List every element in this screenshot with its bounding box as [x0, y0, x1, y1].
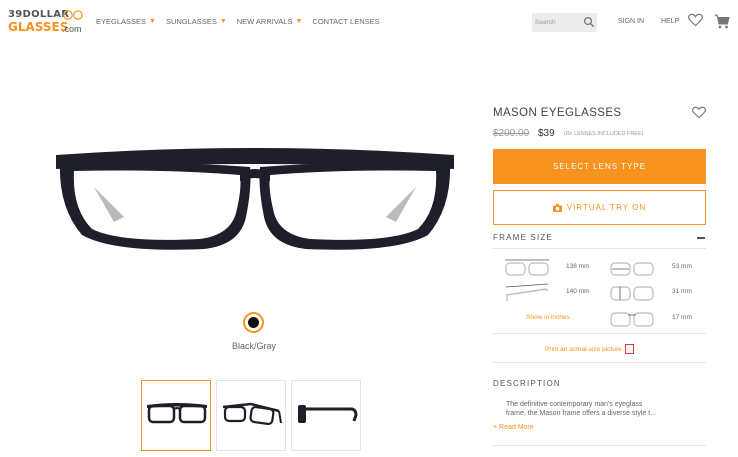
print-label: Print an actual-size picture	[545, 345, 622, 353]
rx-lenses-note: (Rx LENSES INCLUDED FREE)	[564, 131, 644, 137]
search-icon[interactable]	[583, 16, 595, 28]
camera-icon	[552, 203, 562, 212]
thumbnail-side[interactable]	[291, 380, 361, 451]
caret-down-icon: ▼	[219, 18, 227, 25]
total-width-value: 138 mm	[566, 263, 590, 270]
bridge-icon	[610, 312, 654, 327]
favorites-heart-icon[interactable]	[688, 13, 703, 27]
sign-in-link[interactable]: SIGN IN	[618, 18, 644, 25]
divider	[493, 362, 706, 363]
nav-contact-lenses[interactable]: CONTACT LENSES	[312, 17, 379, 26]
show-in-inches-link[interactable]: Show in inches	[526, 314, 570, 321]
lens-height-value: 31 mm	[672, 288, 692, 295]
cart-icon[interactable]	[714, 14, 730, 29]
divider	[493, 333, 706, 334]
thumbnail-angle[interactable]	[216, 380, 286, 451]
description-line: frame, the Mason frame offers a diverse …	[506, 410, 657, 417]
glasses-angle-thumb-icon	[222, 402, 282, 426]
nav-label: SUNGLASSES	[165, 17, 217, 26]
temple-length-icon	[505, 283, 549, 301]
nav-new-arrivals[interactable]: NEW ARRIVALS ▼	[237, 17, 303, 26]
print-actual-size-link[interactable]: Print an actual-size picture	[545, 344, 634, 354]
search-input[interactable]: Search	[532, 13, 597, 32]
total-width-icon	[505, 259, 549, 276]
lens-height-icon	[610, 286, 654, 301]
read-more-link[interactable]: + Read More	[493, 424, 534, 431]
description-heading: DESCRIPTION	[493, 379, 561, 388]
description-text: The definitive contemporary man's eyegla…	[506, 400, 706, 418]
collapse-minus-icon[interactable]	[697, 237, 705, 239]
lens-width-value: 53 mm	[672, 263, 692, 270]
glasses-side-thumb-icon	[298, 405, 358, 423]
divider	[493, 248, 706, 249]
site-header: 39DOLLAR GLASSES .com EYEGLASSES ▼ SUNGL…	[0, 0, 738, 44]
nav-eyeglasses[interactable]: EYEGLASSES ▼	[96, 17, 156, 26]
main-nav: EYEGLASSES ▼ SUNGLASSES ▼ NEW ARRIVALS ▼…	[96, 17, 380, 26]
swatch-fill	[248, 317, 259, 328]
logo-text-suffix: .com	[62, 24, 82, 34]
lens-width-icon	[610, 262, 654, 276]
bridge-value: 17 mm	[672, 314, 692, 321]
select-lens-type-button[interactable]: SELECT LENS TYPE	[493, 149, 706, 184]
site-logo[interactable]: 39DOLLAR GLASSES .com	[8, 9, 88, 35]
logo-text-main: GLASSES	[8, 20, 69, 34]
search-placeholder: Search	[535, 19, 556, 26]
frame-size-heading: FRAME SIZE	[493, 233, 554, 242]
color-swatch-black[interactable]	[243, 312, 264, 333]
help-link[interactable]: HELP	[661, 18, 679, 25]
nav-label: NEW ARRIVALS	[236, 17, 293, 26]
sale-price: $39	[538, 128, 555, 139]
nav-label: EYEGLASSES	[96, 17, 147, 26]
nav-sunglasses[interactable]: SUNGLASSES ▼	[166, 17, 227, 26]
virtual-try-on-label: VIRTUAL TRY ON	[566, 203, 647, 212]
virtual-try-on-button[interactable]: VIRTUAL TRY ON	[493, 190, 706, 225]
thumbnail-front[interactable]	[141, 380, 211, 451]
nav-label: CONTACT LENSES	[312, 17, 380, 26]
glasses-front-thumb-icon	[147, 403, 207, 424]
caret-down-icon: ▼	[149, 18, 156, 25]
wishlist-heart-icon[interactable]	[692, 106, 706, 119]
pdf-icon	[624, 344, 634, 354]
logo-text-top: 39DOLLAR	[8, 9, 70, 20]
original-price: $200.00	[493, 128, 530, 139]
selected-color-label: Black/Gray	[231, 341, 276, 351]
product-main-image[interactable]	[54, 147, 456, 257]
product-title: MASON EYEGLASSES	[493, 107, 622, 119]
description-line: The definitive contemporary man's eyegla…	[506, 401, 643, 408]
divider	[493, 445, 706, 446]
caret-down-icon: ▼	[295, 18, 303, 25]
temple-length-value: 140 mm	[566, 288, 590, 295]
